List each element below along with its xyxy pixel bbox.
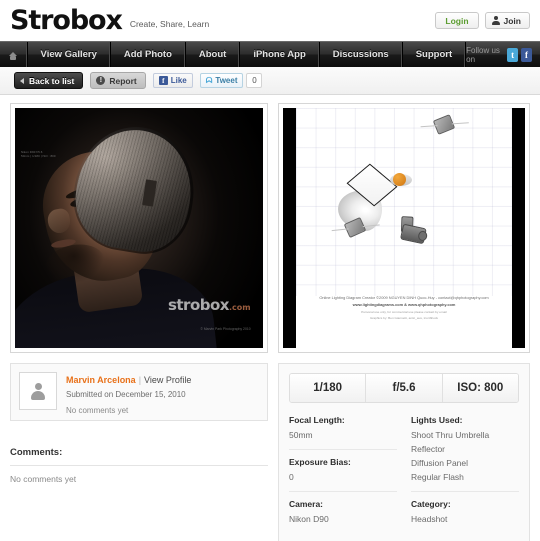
- exif-label-category: Category:: [411, 499, 451, 510]
- photo-card: Nikon D90 f/5.6 50mm | 1/180 | ISO : 800…: [10, 103, 268, 353]
- exif-label-camera: Camera:: [289, 499, 324, 510]
- comments-empty-text: No comments yet: [10, 474, 77, 484]
- submitted-date: Submitted on December 15, 2010: [66, 389, 186, 399]
- photo-exif-overlay: Nikon D90 f/5.6 50mm | 1/180 | ISO : 800: [21, 150, 56, 159]
- left-column: Marvin Arcelona | View Profile Submitted o…: [10, 363, 268, 541]
- nav-item-view-gallery[interactable]: View Gallery: [28, 42, 111, 67]
- person-avatar-icon: [31, 382, 46, 400]
- portrait-photo[interactable]: Nikon D90 f/5.6 50mm | 1/180 | ISO : 800…: [15, 108, 263, 348]
- nav-item-support[interactable]: Support: [403, 42, 467, 67]
- photo-watermark: strobox.com: [168, 296, 251, 314]
- exif-label-exposure-bias: Exposure Bias:: [289, 457, 351, 468]
- twitter-bird-icon: ᗣ: [205, 75, 213, 85]
- exif-iso: ISO: 800: [442, 374, 518, 402]
- exif-left-column: Focal Length: 50mm Exposure Bias: 0 Came…: [289, 415, 397, 540]
- comments-heading: Comments:: [10, 447, 268, 466]
- diagram-camera: [398, 215, 431, 246]
- author-name-row: Marvin Arcelona | View Profile: [66, 374, 191, 388]
- diagram-canvas: Online Lighting Diagram Creator ©2009 NG…: [296, 108, 512, 348]
- media-row: Nikon D90 f/5.6 50mm | 1/180 | ISO : 800…: [0, 95, 540, 353]
- facebook-f-icon: f: [158, 76, 168, 85]
- lighting-diagram[interactable]: Online Lighting Diagram Creator ©2009 NG…: [283, 108, 525, 348]
- exif-field-lights-used: Lights Used: Shoot Thru Umbrella Reflect…: [411, 415, 519, 493]
- page-root: Strobox Create, Share, Learn Login Join …: [0, 0, 540, 541]
- diagram-credit-line-2: www.lightingdiagrams.com & www.qhphotogr…: [352, 302, 456, 308]
- site-header: Strobox Create, Share, Learn Login Join: [0, 0, 540, 41]
- right-column: 1/180 f/5.6 ISO: 800 Focal Length: 50mm …: [278, 363, 530, 541]
- back-to-list-label: Back to list: [29, 75, 75, 86]
- diagram-credit-line-4: Graphics by: Ben Giannetti, antic_aus, I…: [369, 316, 439, 321]
- exif-detail-columns: Focal Length: 50mm Exposure Bias: 0 Came…: [289, 415, 519, 540]
- portrait-beanie: [68, 121, 200, 258]
- nav-item-about[interactable]: About: [186, 42, 241, 67]
- exif-field-focal-length: Focal Length: 50mm: [289, 415, 397, 451]
- site-tagline: Create, Share, Learn: [129, 19, 210, 29]
- arrow-left-icon: [20, 77, 24, 84]
- exif-value-focal-length: 50mm: [289, 430, 313, 440]
- login-button[interactable]: Login: [435, 12, 479, 29]
- exif-right-column: Lights Used: Shoot Thru Umbrella Reflect…: [411, 415, 519, 540]
- facebook-like-button[interactable]: f Like: [152, 73, 193, 88]
- photo-credit: © Marvin Park Photography 2010: [200, 327, 251, 332]
- nav-item-add-photo[interactable]: Add Photo: [111, 42, 186, 67]
- exif-value-exposure-bias: 0: [289, 472, 294, 483]
- report-label: Report: [109, 75, 137, 86]
- home-icon: [8, 50, 18, 60]
- like-label: Like: [170, 76, 187, 85]
- exif-field-category: Category: Headshot: [411, 499, 519, 533]
- social-follow-group: Follow us on t f: [466, 42, 540, 67]
- lighting-diagram-card: Online Lighting Diagram Creator ©2009 NG…: [278, 103, 530, 353]
- site-logo[interactable]: Strobox: [10, 7, 123, 34]
- exif-label-lights-used: Lights Used:: [411, 415, 463, 425]
- main-navigation: View Gallery Add Photo About iPhone App …: [0, 41, 540, 67]
- exif-field-exposure-bias: Exposure Bias: 0: [289, 457, 397, 493]
- exif-shutter-speed: 1/180: [290, 374, 367, 402]
- view-profile-link[interactable]: View Profile: [144, 375, 191, 385]
- author-no-comments: No comments yet: [66, 405, 129, 415]
- exif-aperture: f/5.6: [366, 374, 443, 402]
- twitter-icon[interactable]: t: [507, 47, 519, 62]
- join-button[interactable]: Join: [484, 12, 530, 29]
- facebook-icon[interactable]: f: [521, 47, 533, 62]
- exif-summary-row: 1/180 f/5.6 ISO: 800: [289, 373, 519, 403]
- header-actions: Login Join: [435, 12, 530, 29]
- author-details: Marvin Arcelona | View Profile Submitted o…: [66, 372, 191, 415]
- avatar[interactable]: [19, 372, 57, 410]
- nav-item-iphone-app[interactable]: iPhone App: [240, 42, 320, 67]
- watermark-text: strobox: [167, 296, 230, 315]
- action-toolbar: Back to list ! Report f Like ᗣ Tweet 0: [0, 67, 540, 95]
- tweet-count-badge: 0: [246, 73, 263, 88]
- tweet-group: ᗣ Tweet 0: [199, 73, 263, 88]
- report-button[interactable]: ! Report: [90, 72, 146, 89]
- person-icon: [491, 16, 500, 25]
- diagram-credit-line-1: Online Lighting Diagram Creator ©2009 NG…: [319, 295, 489, 300]
- diagram-subject-head: [393, 173, 406, 186]
- diagram-grid: [296, 108, 512, 296]
- tweet-label: Tweet: [215, 76, 238, 85]
- author-name-link[interactable]: Marvin Arcelona: [66, 375, 136, 385]
- watermark-suffix: .com: [228, 303, 251, 313]
- author-box: Marvin Arcelona | View Profile Submitted o…: [10, 363, 268, 421]
- join-button-label: Join: [503, 15, 521, 26]
- exif-value-lights-used: Shoot Thru Umbrella Reflector Diffusion …: [411, 430, 490, 483]
- back-to-list-button[interactable]: Back to list: [14, 72, 84, 89]
- exif-panel: 1/180 f/5.6 ISO: 800 Focal Length: 50mm …: [278, 363, 530, 541]
- lower-section: Marvin Arcelona | View Profile Submitted o…: [0, 353, 540, 541]
- exif-value-camera: Nikon D90: [289, 514, 329, 525]
- exif-field-camera: Camera: Nikon D90: [289, 499, 397, 533]
- exif-value-category: Headshot: [411, 514, 448, 525]
- diagram-footer: Online Lighting Diagram Creator ©2009 NG…: [296, 288, 512, 348]
- follow-us-label: Follow us on: [466, 45, 500, 64]
- author-separator: |: [138, 375, 142, 385]
- exif-label-focal-length: Focal Length:: [289, 415, 345, 425]
- nav-item-home[interactable]: [0, 42, 28, 67]
- exclamation-icon: !: [96, 76, 106, 85]
- nav-item-discussions[interactable]: Discussions: [320, 42, 403, 67]
- tweet-button[interactable]: ᗣ Tweet: [199, 73, 244, 88]
